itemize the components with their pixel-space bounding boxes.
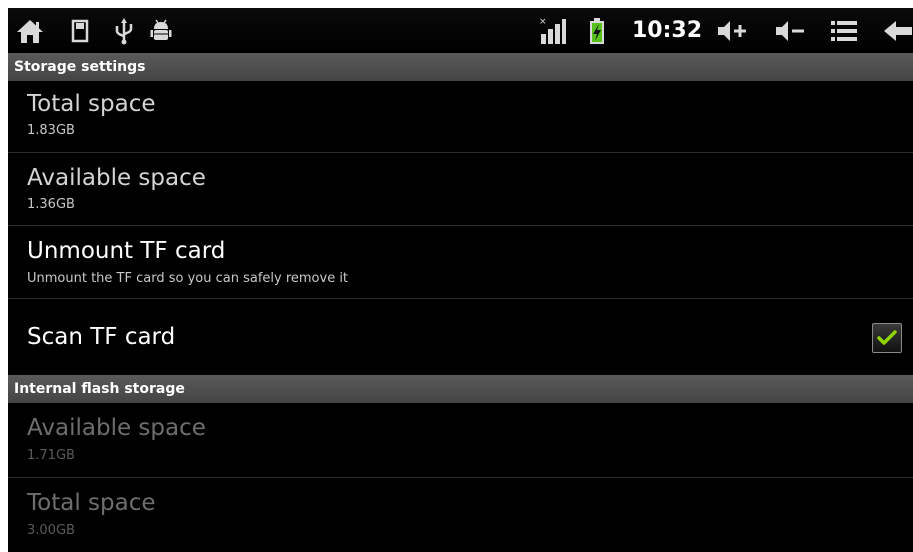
android-debug-icon	[148, 8, 174, 53]
pref-summary: 1.71GB	[27, 448, 75, 463]
section-header-internal-flash-storage: Internal flash storage	[8, 375, 913, 403]
pref-available-space[interactable]: Available space 1.36GB	[8, 154, 913, 226]
signal-no-service-icon: ×	[538, 8, 568, 53]
volume-up-icon[interactable]	[714, 8, 750, 53]
scan-tf-card-checkbox[interactable]	[872, 323, 902, 353]
checkmark-icon	[877, 330, 897, 345]
section-header-label: Storage settings	[14, 59, 146, 75]
battery-charging-icon	[586, 8, 608, 53]
status-bar: × 10:32	[8, 8, 913, 53]
pref-title: Available space	[27, 165, 206, 191]
section-header-label: Internal flash storage	[14, 381, 185, 397]
pref-title: Total space	[27, 91, 156, 117]
pref-scan-tf-card[interactable]: Scan TF card	[8, 300, 913, 375]
sd-card-icon	[68, 8, 92, 53]
status-clock: 10:32	[632, 18, 703, 43]
pref-summary: 1.36GB	[27, 197, 75, 212]
volume-down-icon[interactable]	[772, 8, 808, 53]
pref-internal-total-space: Total space 3.00GB	[8, 479, 913, 552]
pref-unmount-tf-card[interactable]: Unmount TF card Unmount the TF card so y…	[8, 227, 913, 299]
back-icon[interactable]	[880, 8, 913, 53]
usb-icon	[112, 8, 136, 53]
pref-internal-available-space: Available space 1.71GB	[8, 403, 913, 478]
section-header-storage-settings: Storage settings	[8, 53, 913, 81]
pref-summary: 1.83GB	[27, 123, 75, 138]
pref-title: Total space	[27, 490, 156, 516]
pref-title: Unmount TF card	[27, 238, 226, 264]
menu-icon[interactable]	[828, 8, 860, 53]
pref-title: Available space	[27, 415, 206, 441]
pref-summary: 3.00GB	[27, 523, 75, 538]
pref-summary: Unmount the TF card so you can safely re…	[27, 271, 349, 286]
pref-total-space[interactable]: Total space 1.83GB	[8, 81, 913, 153]
android-screen: × 10:32 Storage settings Total space 1.8…	[8, 8, 913, 552]
svg-text:×: ×	[539, 17, 547, 27]
home-icon[interactable]	[12, 8, 48, 53]
pref-title: Scan TF card	[27, 324, 176, 350]
